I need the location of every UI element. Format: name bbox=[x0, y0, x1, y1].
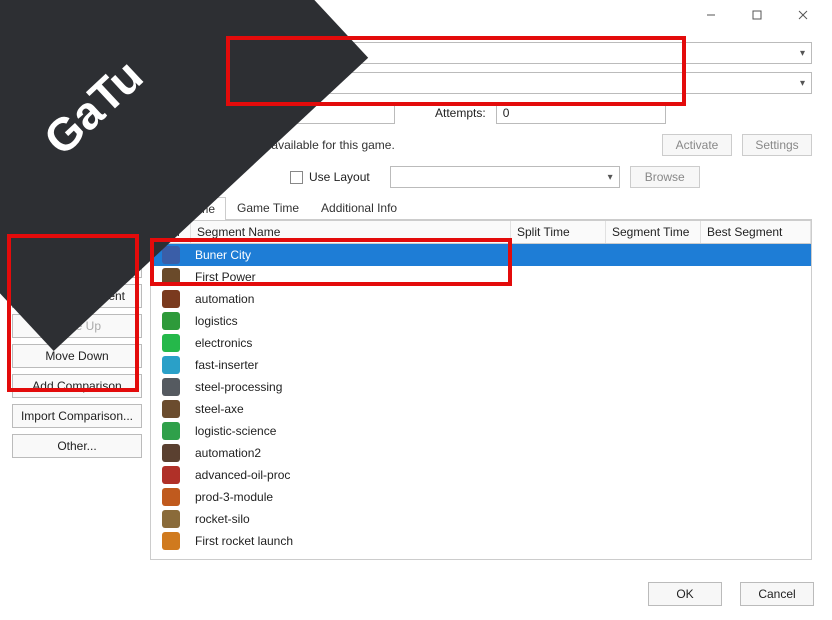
autosplitter-message: There is no Auto Splitter available for … bbox=[140, 138, 652, 152]
other--button[interactable]: Other... bbox=[12, 434, 142, 458]
segment-row[interactable]: steel-axe bbox=[151, 398, 811, 420]
segment-icon bbox=[151, 466, 191, 484]
segment-name: advanced-oil-proc bbox=[191, 468, 511, 482]
segment-name: fast-inserter bbox=[191, 358, 511, 372]
segment-name: First rocket launch bbox=[191, 534, 511, 548]
chevron-down-icon: ▾ bbox=[800, 48, 805, 59]
activate-button[interactable]: Activate bbox=[662, 134, 732, 156]
start-timer-label: Start Timer at: bbox=[140, 106, 225, 120]
segment-row[interactable]: logistics bbox=[151, 310, 811, 332]
segment-row[interactable]: automation2 bbox=[151, 442, 811, 464]
segment-name: First Power bbox=[191, 270, 511, 284]
ok-button[interactable]: OK bbox=[648, 582, 722, 606]
segment-name: logistics bbox=[191, 314, 511, 328]
segment-name: logistic-science bbox=[191, 424, 511, 438]
segment-side-buttons: Insert Above Insert Below Remove Segment Mo… bbox=[12, 220, 142, 560]
attempts-input[interactable]: 0 bbox=[496, 102, 666, 124]
col-split[interactable]: Split Time bbox=[511, 221, 606, 243]
chevron-down-icon: ▾ bbox=[800, 78, 805, 89]
category-combo[interactable]: Any% ▾ bbox=[225, 72, 812, 94]
layout-path-combo[interactable]: ▾ bbox=[390, 166, 620, 188]
tab-game-time[interactable]: Game Time bbox=[226, 196, 310, 219]
segment-icon bbox=[151, 488, 191, 506]
category-label: Category: bbox=[140, 76, 225, 90]
titlebar: Splits Editor bbox=[0, 0, 832, 30]
segment-icon bbox=[151, 246, 191, 264]
segment-row[interactable]: First Power bbox=[151, 266, 811, 288]
move-down-button[interactable]: Move Down bbox=[12, 344, 142, 368]
segment-row[interactable]: electronics bbox=[151, 332, 811, 354]
game-name-label: Game Name: bbox=[140, 46, 225, 60]
insert-above-button[interactable]: Insert Above bbox=[12, 224, 142, 248]
close-button[interactable] bbox=[780, 0, 826, 30]
segment-row[interactable]: automation bbox=[151, 288, 811, 310]
segment-name: rocket-silo bbox=[191, 512, 511, 526]
app-icon bbox=[6, 8, 20, 22]
segment-icon bbox=[151, 378, 191, 396]
add-comparison-button[interactable]: Add Comparison bbox=[12, 374, 142, 398]
segment-table: Icon Segment Name Split Time Segment Tim… bbox=[150, 220, 812, 560]
segment-row[interactable]: fast-inserter bbox=[151, 354, 811, 376]
chevron-down-icon: ▾ bbox=[608, 172, 613, 183]
col-segment[interactable]: Segment Time bbox=[606, 221, 701, 243]
segment-row[interactable]: prod-3-module bbox=[151, 486, 811, 508]
remove-segment-button[interactable]: Remove Segment bbox=[12, 284, 142, 308]
settings-button[interactable]: Settings bbox=[742, 134, 812, 156]
tab-additional-info[interactable]: Additional Info bbox=[310, 196, 408, 219]
import-comparison--button[interactable]: Import Comparison... bbox=[12, 404, 142, 428]
segment-name: automation bbox=[191, 292, 511, 306]
window-title: Splits Editor bbox=[26, 8, 90, 22]
col-icon[interactable]: Icon bbox=[151, 221, 191, 243]
segment-icon bbox=[151, 510, 191, 528]
segment-icon bbox=[151, 356, 191, 374]
segment-row[interactable]: logistic-science bbox=[151, 420, 811, 442]
col-name[interactable]: Segment Name bbox=[191, 221, 511, 243]
segment-name: automation2 bbox=[191, 446, 511, 460]
cancel-button[interactable]: Cancel bbox=[740, 582, 814, 606]
game-name-combo[interactable]: Factorio ▾ bbox=[225, 42, 812, 64]
segment-icon bbox=[151, 400, 191, 418]
segment-row[interactable]: steel-processing bbox=[151, 376, 811, 398]
segment-name: steel-processing bbox=[191, 380, 511, 394]
col-best[interactable]: Best Segment bbox=[701, 221, 811, 243]
game-icon[interactable] bbox=[18, 40, 128, 150]
segment-table-header: Icon Segment Name Split Time Segment Tim… bbox=[151, 221, 811, 244]
segment-row[interactable]: advanced-oil-proc bbox=[151, 464, 811, 486]
segment-icon bbox=[151, 312, 191, 330]
tab-real-time[interactable]: Real Time bbox=[150, 197, 226, 220]
segment-icon bbox=[151, 532, 191, 550]
segment-row[interactable]: Buner City bbox=[151, 244, 811, 266]
segment-icon bbox=[151, 290, 191, 308]
segment-row[interactable]: rocket-silo bbox=[151, 508, 811, 530]
segment-tabs: Real TimeGame TimeAdditional Info bbox=[150, 196, 812, 220]
use-layout-checkbox[interactable] bbox=[290, 171, 303, 184]
segment-row[interactable]: First rocket launch bbox=[151, 530, 811, 552]
use-layout-label: Use Layout bbox=[309, 170, 370, 184]
segment-icon bbox=[151, 334, 191, 352]
minimize-button[interactable] bbox=[688, 0, 734, 30]
segment-icon bbox=[151, 422, 191, 440]
segment-name: steel-axe bbox=[191, 402, 511, 416]
maximize-button[interactable] bbox=[734, 0, 780, 30]
game-name-value: Factorio bbox=[232, 46, 800, 60]
segment-icon bbox=[151, 444, 191, 462]
start-timer-input[interactable]: 0.00 bbox=[225, 102, 395, 124]
segment-name: electronics bbox=[191, 336, 511, 350]
gear-icon bbox=[38, 60, 108, 130]
browse-button[interactable]: Browse bbox=[630, 166, 700, 188]
segment-icon bbox=[151, 268, 191, 286]
insert-below-button[interactable]: Insert Below bbox=[12, 254, 142, 278]
segment-name: Buner City bbox=[191, 248, 511, 262]
category-value: Any% bbox=[232, 76, 800, 90]
move-up-button: Move Up bbox=[12, 314, 142, 338]
attempts-label: Attempts: bbox=[435, 106, 486, 120]
segment-name: prod-3-module bbox=[191, 490, 511, 504]
